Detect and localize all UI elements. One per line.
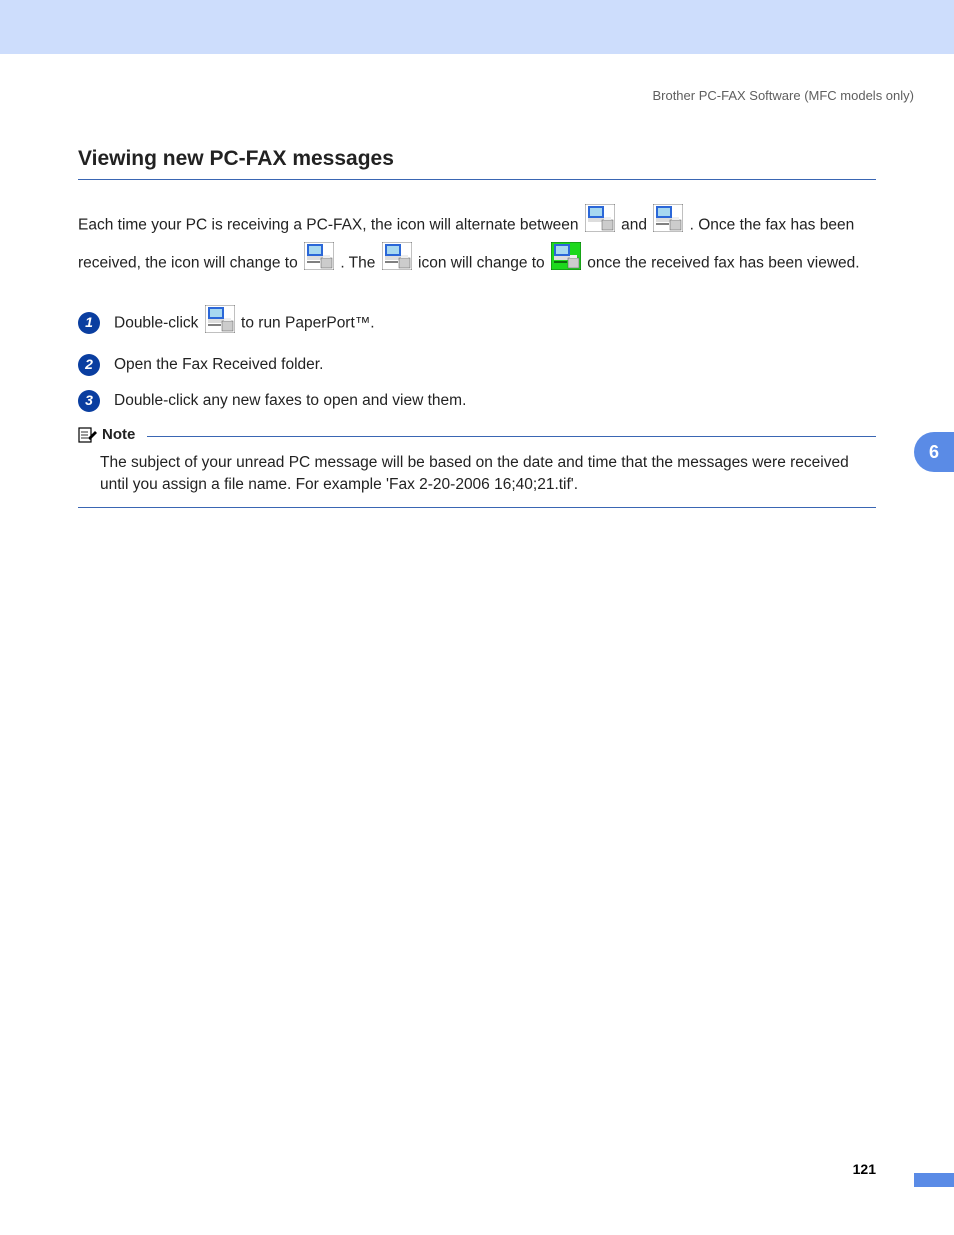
fax-receiving-icon-a [585,204,615,242]
title-divider [78,179,876,180]
fax-received-icon-step [205,305,235,338]
step-list: 1 Double-click to run PaperPort™. 2 Open… [78,307,876,412]
step-2: 2 Open the Fax Received folder. [78,354,876,376]
page-number: 121 [853,1161,876,1177]
note-header-line [147,436,876,437]
running-header: Brother PC-FAX Software (MFC models only… [0,54,954,103]
note-box: Note The subject of your unread PC messa… [78,426,876,508]
step-1-text-b: to run PaperPort™. [241,314,375,331]
footer-tab [914,1173,954,1187]
intro-text-6: once the received fax has been viewed. [587,255,859,272]
note-bottom-line [78,507,876,508]
step-1-text-a: Double-click [114,314,203,331]
fax-viewed-icon [551,242,581,280]
step-1: 1 Double-click to run PaperPort™. [78,307,876,340]
main-content: Viewing new PC-FAX messages Each time yo… [0,147,954,508]
intro-text-1: Each time your PC is receiving a PC-FAX,… [78,216,583,233]
intro-text-2: and [621,216,651,233]
intro-paragraph: Each time your PC is receiving a PC-FAX,… [78,206,876,283]
step-bullet-1: 1 [78,312,100,334]
step-2-text: Open the Fax Received folder. [114,356,323,374]
chapter-tab: 6 [914,432,954,472]
step-3-text: Double-click any new faxes to open and v… [114,392,466,410]
intro-text-4: . The [340,255,379,272]
section-title: Viewing new PC-FAX messages [78,147,876,171]
note-pencil-icon [78,426,98,444]
fax-received-icon-2 [382,242,412,280]
step-bullet-2: 2 [78,354,100,376]
note-body: The subject of your unread PC message wi… [78,444,876,507]
top-banner [0,0,954,54]
fax-receiving-icon-b [653,204,683,242]
note-header: Note [78,426,876,444]
step-bullet-3: 3 [78,390,100,412]
step-3: 3 Double-click any new faxes to open and… [78,390,876,412]
fax-received-icon [304,242,334,280]
intro-text-5: icon will change to [418,255,549,272]
note-label: Note [102,426,135,443]
